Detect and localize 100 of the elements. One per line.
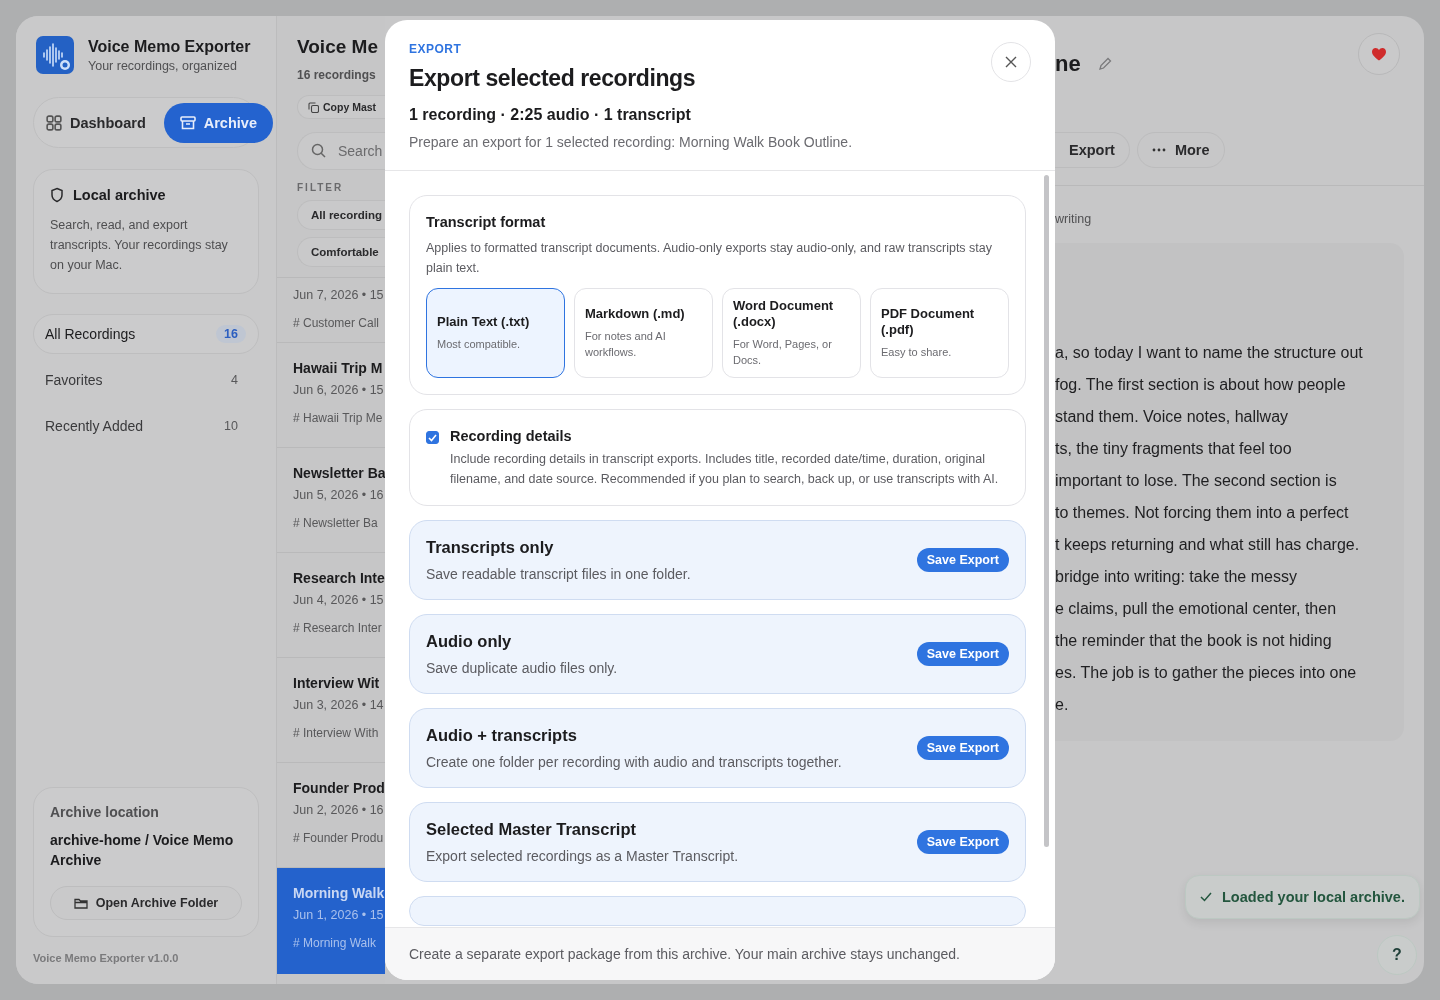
save-export-button[interactable]: Save Export bbox=[916, 830, 1009, 854]
recording-meta: Jun 3, 2026 • 14 bbox=[293, 698, 385, 712]
option-description: Save duplicate audio files only. bbox=[426, 660, 618, 676]
recording-title: Hawaii Trip M bbox=[293, 360, 384, 378]
recording-title: Founder Prod bbox=[293, 780, 385, 798]
check-icon bbox=[1200, 892, 1212, 902]
search-field[interactable]: Search bbox=[297, 132, 385, 170]
recording-meta: Jun 6, 2026 • 15 bbox=[293, 383, 385, 397]
archive-box-icon bbox=[179, 114, 196, 131]
recording-meta: Jun 7, 2026 • 15 bbox=[293, 288, 385, 302]
nav-label: Favorites bbox=[45, 372, 103, 388]
app-title: Voice Memo Exporter bbox=[88, 37, 251, 56]
transcript-line: important to lose. The second section is bbox=[1055, 471, 1338, 491]
folder-path: archive-home / Voice Memo Archive bbox=[50, 831, 235, 870]
dialog-description: Prepare an export for 1 selected recording: Morning Walk Book Outline. bbox=[409, 134, 853, 150]
transcript-line: a, so today I want to name the structure out bbox=[1055, 343, 1364, 363]
checkbox[interactable] bbox=[426, 431, 439, 444]
card-title: Recording details bbox=[450, 428, 573, 444]
format-option[interactable]: Word Document (.docx) For Word, Pages, or Docs. bbox=[722, 288, 861, 378]
option-description: Export selected recordings as a Master Transcript. bbox=[426, 848, 739, 864]
pencil-icon bbox=[1096, 56, 1113, 72]
recording-title: Interview Wit bbox=[293, 675, 381, 693]
close-icon bbox=[1005, 56, 1017, 68]
open-folder-button[interactable]: Open Archive Folder bbox=[50, 886, 242, 920]
recording-tag: # Morning Walk bbox=[293, 936, 385, 950]
transcript-line: bridge into writing: take the messy bbox=[1055, 567, 1298, 587]
transcript-line: stand them. Voice notes, hallway bbox=[1055, 407, 1290, 427]
transcript-line: e claims, pull the emotional center, then bbox=[1055, 599, 1338, 619]
shield-icon bbox=[50, 187, 64, 203]
favorite-button[interactable] bbox=[1358, 33, 1400, 75]
transcript-line: es. The job is to gather the pieces into one bbox=[1055, 663, 1358, 683]
recording-title: Research Inte bbox=[293, 570, 385, 588]
item-count: 10 bbox=[223, 418, 239, 435]
version-label: Voice Memo Exporter v1.0.0 bbox=[33, 952, 180, 964]
dialog-eyebrow: EXPORT bbox=[409, 42, 463, 56]
recording-tag: # Newsletter Ba bbox=[293, 516, 385, 530]
app-subtitle: Your recordings, organized bbox=[88, 58, 238, 73]
save-export-button[interactable]: Save Export bbox=[916, 736, 1009, 760]
card-title: Transcript format bbox=[426, 214, 547, 230]
scrollbar-thumb[interactable] bbox=[1044, 175, 1049, 847]
transcript-line: ts, the tiny fragments that feel too bbox=[1055, 439, 1293, 459]
nav-label: All Recordings bbox=[45, 326, 136, 342]
copy-button[interactable]: Copy Mast bbox=[297, 95, 385, 119]
format-option[interactable]: PDF Document (.pdf) Easy to share. bbox=[870, 288, 1009, 378]
format-option[interactable]: Markdown (.md) For notes and AI workflows. bbox=[574, 288, 713, 378]
recording-meta: Jun 1, 2026 • 15 bbox=[293, 908, 385, 922]
nav-item[interactable]: All Recordings 16 bbox=[33, 314, 259, 354]
save-export-button[interactable]: Save Export bbox=[916, 548, 1009, 572]
item-count: 4 bbox=[230, 372, 239, 389]
dialog-title: Export selected recordings bbox=[409, 65, 697, 92]
recording-meta: writing bbox=[1055, 212, 1093, 226]
recording-title: ne bbox=[1055, 51, 1081, 77]
heart-icon bbox=[1371, 47, 1387, 61]
grid-icon bbox=[46, 114, 62, 131]
nav-tab[interactable]: Archive bbox=[163, 102, 273, 143]
recording-meta: Jun 2, 2026 • 16 bbox=[293, 803, 385, 817]
card-description: Include recording details in transcript exports. Includes title, recorded date/time, duration, original filename, and date source. Recommended if you plan to search, back up, or use transcripts with AI. bbox=[450, 451, 1000, 488]
folder-icon bbox=[73, 897, 88, 909]
recording-meta: Jun 5, 2026 • 16 bbox=[293, 488, 385, 502]
help-button[interactable]: ? bbox=[1377, 935, 1417, 975]
transcript-line: the reminder that the book is not hiding bbox=[1055, 631, 1333, 651]
export-summary: 1 recording · 2:25 audio · 1 transcript bbox=[409, 106, 692, 124]
card-title: Local archive bbox=[73, 187, 166, 203]
copy-icon bbox=[308, 101, 319, 113]
recording-tag: # Hawaii Trip Me bbox=[293, 411, 385, 425]
transcript-line: fog. The first section is about how people bbox=[1055, 375, 1347, 395]
filter-pill[interactable]: All recording bbox=[297, 200, 385, 230]
recording-tag: # Research Inter bbox=[293, 621, 385, 635]
recording-count: 16 recordings bbox=[297, 68, 377, 82]
nav-tab[interactable]: Dashboard bbox=[38, 102, 160, 143]
ellipsis-icon bbox=[1151, 148, 1166, 152]
export-button[interactable]: Export bbox=[1055, 132, 1130, 168]
transcript-line: e. bbox=[1055, 695, 1070, 715]
option-title: Selected Master Transcript bbox=[426, 820, 637, 839]
nav-item[interactable]: Recently Added 10 bbox=[33, 406, 259, 446]
save-export-button[interactable]: Save Export bbox=[916, 642, 1009, 666]
close-button[interactable] bbox=[991, 42, 1031, 82]
footer-note: Create a separate export package from this archive. Your main archive stays unchanged. bbox=[409, 946, 960, 962]
transcript-line: to themes. Not forcing them into a perfect bbox=[1055, 503, 1350, 523]
option-title: Audio + transcripts bbox=[426, 726, 578, 745]
option-description: Save readable transcript files in one folder. bbox=[426, 566, 691, 582]
recording-row[interactable]: Morning Walk Jun 1, 2026 • 15 # Morning Walk bbox=[277, 868, 385, 974]
section-label: FILTER bbox=[297, 182, 345, 193]
recording-meta: Jun 4, 2026 • 15 bbox=[293, 593, 385, 607]
pane-title: Voice Me bbox=[297, 36, 379, 58]
recording-tag: # Founder Produ bbox=[293, 831, 385, 845]
more-button[interactable]: More bbox=[1136, 132, 1225, 168]
option-title: Transcripts only bbox=[426, 538, 555, 557]
filter-pill[interactable]: Comfortable bbox=[297, 237, 385, 267]
recording-title: Morning Walk bbox=[293, 885, 385, 903]
recording-title: Newsletter Ba bbox=[293, 465, 385, 483]
card-label: Archive location bbox=[50, 804, 160, 820]
toast-message: Loaded your local archive. bbox=[1222, 889, 1405, 905]
format-option[interactable]: Plain Text (.txt) Most compatible. bbox=[426, 288, 565, 378]
waveform-logo-icon bbox=[36, 36, 74, 74]
recording-tag: # Customer Call bbox=[293, 316, 385, 330]
nav-label: Recently Added bbox=[45, 418, 144, 434]
recording-tag: # Interview With bbox=[293, 726, 385, 740]
nav-item[interactable]: Favorites 4 bbox=[33, 360, 259, 400]
transcript-line: t keeps returning and what still has charge. bbox=[1055, 535, 1361, 555]
